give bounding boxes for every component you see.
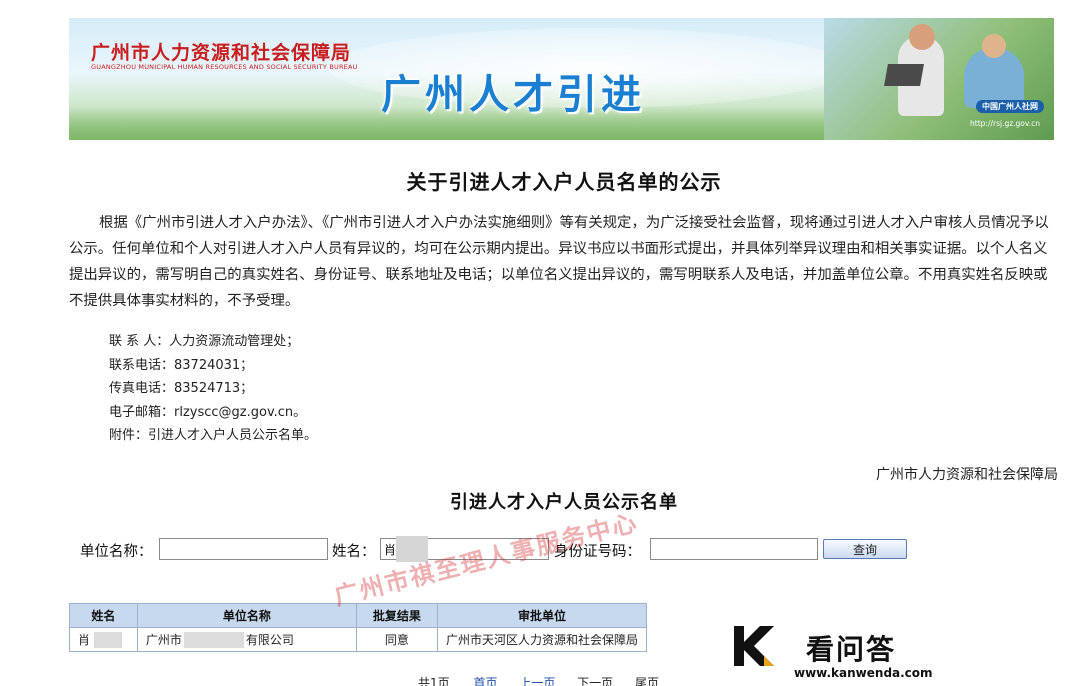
cell-approver: 广州市天河区人力资源和社会保障局: [436, 627, 648, 652]
prev-page-link[interactable]: 上一页: [519, 676, 555, 686]
site-logo[interactable]: 中国广州人社网: [976, 100, 1044, 113]
list-title: 引进人才入户人员公示名单: [450, 492, 678, 513]
contact-person: 联 系 人：人力资源流动管理处；: [109, 334, 300, 349]
query-button[interactable]: 查询: [823, 539, 907, 559]
contact-info: 联 系 人：人力资源流动管理处； 联系电话：83724031； 传真电话：835…: [109, 330, 317, 448]
header-banner: 广州市人力资源和社会保障局 GUANGZHOU MUNICIPAL HUMAN …: [69, 18, 1054, 140]
banner-person-head: [982, 34, 1006, 58]
watermark-url: www.kanwenda.com: [794, 666, 933, 680]
table-header-row: 姓名 单位名称 批复结果 审批单位: [69, 603, 648, 628]
cell-unit-prefix: 广州市: [145, 632, 182, 647]
contact-email: 电子邮箱：rlzyscc@gz.gov.cn。: [109, 404, 307, 420]
kanwenda-watermark: 看问答 www.kanwenda.com: [730, 622, 933, 682]
first-page-link[interactable]: 首页: [473, 676, 497, 686]
site-url[interactable]: http://rsj.gz.gov.cn: [970, 119, 1040, 128]
column-header-unit: 单位名称: [136, 603, 357, 628]
cell-unit: 广州市 有限公司: [136, 627, 357, 652]
contact-phone: 联系电话：83724031；: [109, 357, 254, 373]
results-table: 姓名 单位名称 批复结果 审批单位 肖 广州市 有限公司 同意 广州市天河区人力资…: [69, 603, 648, 652]
banner-laptop-image: [884, 64, 924, 86]
bureau-name-cn: 广州市人力资源和社会保障局: [91, 42, 352, 64]
pagination: 共1页 首页 上一页 下一页 尾页: [418, 674, 679, 686]
k-logo-icon: [734, 626, 774, 666]
page-count: 共1页: [418, 676, 450, 686]
redacted-block: [183, 632, 244, 649]
cell-name-text: 肖: [78, 632, 91, 647]
unit-name-label: 单位名称：: [80, 544, 153, 560]
redacted-block: [94, 632, 123, 649]
person-name-label: 姓名：: [332, 544, 376, 560]
cell-result: 同意: [355, 627, 438, 652]
last-page-text[interactable]: 尾页: [635, 676, 659, 686]
bureau-name-en: GUANGZHOU MUNICIPAL HUMAN RESOURCES AND …: [91, 63, 358, 71]
notice-title: 关于引进人才入户人员名单的公示: [406, 170, 722, 194]
watermark-brand: 看问答: [806, 633, 897, 666]
table-row: 肖 广州市 有限公司 同意 广州市天河区人力资源和社会保障局: [69, 627, 648, 652]
notice-paragraph: 根据《广州市引进人才入户办法》、《广州市引进人才入户办法实施细则》等有关规定，为…: [69, 215, 1049, 309]
column-header-name: 姓名: [69, 603, 138, 628]
next-page-text[interactable]: 下一页: [577, 676, 613, 686]
contact-fax: 传真电话：83524713；: [109, 381, 254, 396]
notice-signature: 广州市人力资源和社会保障局: [876, 467, 1058, 483]
banner-slogan: 广州人才引进: [381, 72, 645, 118]
column-header-approver: 审批单位: [436, 603, 648, 628]
column-header-result: 批复结果: [355, 603, 438, 628]
banner-person-head: [909, 24, 935, 50]
id-number-input[interactable]: [650, 538, 818, 560]
cell-name: 肖: [69, 627, 138, 652]
unit-name-input[interactable]: [159, 538, 328, 560]
cell-unit-suffix: 有限公司: [245, 632, 294, 647]
contact-attachment: 附件：引进人才入户人员公示名单。: [109, 428, 318, 443]
